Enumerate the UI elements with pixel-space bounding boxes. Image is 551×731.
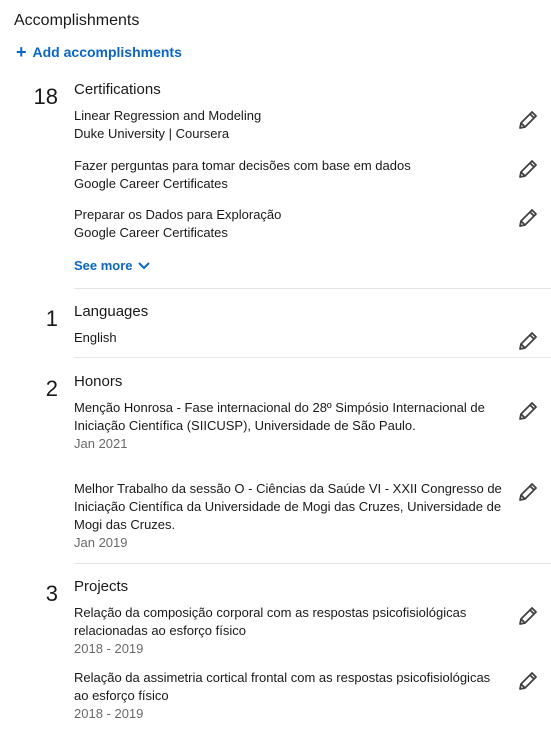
certification-name: Linear Regression and Modeling <box>74 108 262 123</box>
plus-icon: + <box>16 42 27 62</box>
edit-pencil-icon[interactable] <box>516 108 540 132</box>
edit-pencil-icon[interactable] <box>516 669 540 693</box>
edit-pencil-icon[interactable] <box>516 206 540 230</box>
divider <box>74 563 551 564</box>
honor-item: Menção Honrosa - Fase internacional do 2… <box>74 399 504 453</box>
honor-name: Melhor Trabalho da sessão O - Ciências d… <box>74 481 502 532</box>
chevron-down-icon <box>137 262 150 270</box>
certification-item: Fazer perguntas para tomar decisões com … <box>74 157 504 193</box>
project-date: 2018 - 2019 <box>74 641 144 656</box>
honors-title: Honors <box>74 373 123 390</box>
see-more-label: See more <box>74 257 133 273</box>
certification-issuer: Duke University | Coursera <box>74 126 230 141</box>
add-accomplishments-label: Add accomplishments <box>32 44 182 60</box>
edit-pencil-icon[interactable] <box>516 399 540 423</box>
certification-item: Linear Regression and Modeling Duke Univ… <box>74 107 504 143</box>
honor-item: Melhor Trabalho da sessão O - Ciências d… <box>74 480 504 552</box>
project-name: Relação da composição corporal com as re… <box>74 605 467 638</box>
edit-pencil-icon[interactable] <box>516 480 540 504</box>
honor-date: Jan 2021 <box>74 436 128 451</box>
language-item: English <box>74 329 504 347</box>
edit-pencil-icon[interactable] <box>516 157 540 181</box>
project-name: Relação da assimetria cortical frontal c… <box>74 670 491 703</box>
certification-name: Preparar os Dados para Exploração <box>74 207 282 222</box>
certification-issuer: Google Career Certificates <box>74 225 228 240</box>
project-item: Relação da composição corporal com as re… <box>74 604 504 658</box>
honor-name: Menção Honrosa - Fase internacional do 2… <box>74 400 485 433</box>
add-accomplishments-button[interactable]: + Add accomplishments <box>16 42 182 62</box>
edit-pencil-icon[interactable] <box>516 604 540 628</box>
languages-count: 1 <box>45 306 58 331</box>
honors-count: 2 <box>45 376 58 401</box>
see-more-button[interactable]: See more <box>74 257 152 273</box>
project-date: 2018 - 2019 <box>74 706 144 721</box>
certifications-title: Certifications <box>74 81 161 98</box>
honor-date: Jan 2019 <box>74 535 128 550</box>
project-item: Relação da assimetria cortical frontal c… <box>74 669 504 723</box>
certifications-count: 18 <box>33 84 58 109</box>
language-name: English <box>74 330 117 345</box>
divider <box>74 357 551 358</box>
projects-title: Projects <box>74 578 129 595</box>
divider <box>74 288 551 289</box>
projects-count: 3 <box>45 581 58 606</box>
section-title: Accomplishments <box>14 12 140 29</box>
certification-name: Fazer perguntas para tomar decisões com … <box>74 158 411 173</box>
certification-item: Preparar os Dados para Exploração Google… <box>74 206 504 242</box>
languages-title: Languages <box>74 303 149 320</box>
edit-pencil-icon[interactable] <box>516 329 540 353</box>
certification-issuer: Google Career Certificates <box>74 176 228 191</box>
